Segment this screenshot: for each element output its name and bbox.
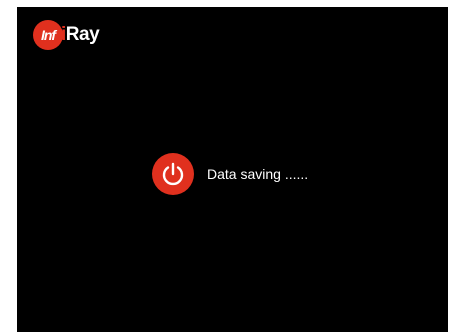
power-icon: [152, 153, 194, 195]
infiray-logo: Inf iRay: [33, 20, 100, 50]
status-message: Data saving ......: [207, 166, 309, 182]
logo-wordmark: iRay: [61, 24, 100, 46]
logo-word-white: Ray: [65, 24, 100, 45]
saving-status: Data saving ......: [152, 153, 308, 195]
device-screen: Inf iRay Data saving ......: [17, 7, 448, 332]
logo-badge: Inf: [33, 20, 63, 50]
logo-badge-text: Inf: [40, 27, 56, 43]
power-symbol: [162, 162, 184, 186]
